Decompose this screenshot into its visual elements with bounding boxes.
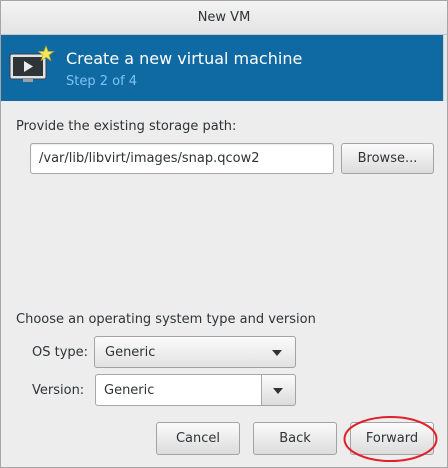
version-dropdown-button[interactable]	[262, 374, 296, 406]
back-button[interactable]: Back	[253, 422, 337, 455]
wizard-step-indicator: Step 2 of 4	[66, 74, 138, 89]
os-type-select[interactable]: Generic	[94, 336, 296, 368]
window-titlebar: New VM	[1, 1, 447, 35]
scrollbar-strip	[443, 35, 447, 101]
browse-button[interactable]: Browse...	[341, 143, 434, 174]
window-title: New VM	[197, 10, 251, 25]
storage-path-input[interactable]: /var/lib/libvirt/images/snap.qcow2	[30, 143, 334, 174]
version-label: Version:	[32, 383, 85, 398]
os-type-value: Generic	[105, 345, 156, 360]
version-input[interactable]: Generic	[95, 374, 262, 406]
cancel-button[interactable]: Cancel	[156, 422, 240, 455]
os-type-label: OS type:	[32, 345, 89, 360]
os-section-label: Choose an operating system type and vers…	[16, 312, 316, 327]
chevron-down-icon	[273, 388, 283, 394]
new-vm-monitor-icon	[9, 45, 55, 82]
forward-button[interactable]: Forward	[350, 422, 434, 455]
new-vm-dialog: New VM Create a new virtual machine Step…	[0, 0, 448, 468]
wizard-header-banner: Create a new virtual machine Step 2 of 4	[1, 35, 443, 101]
wizard-title: Create a new virtual machine	[66, 49, 303, 68]
storage-path-label: Provide the existing storage path:	[16, 119, 237, 134]
chevron-down-icon	[272, 350, 282, 356]
